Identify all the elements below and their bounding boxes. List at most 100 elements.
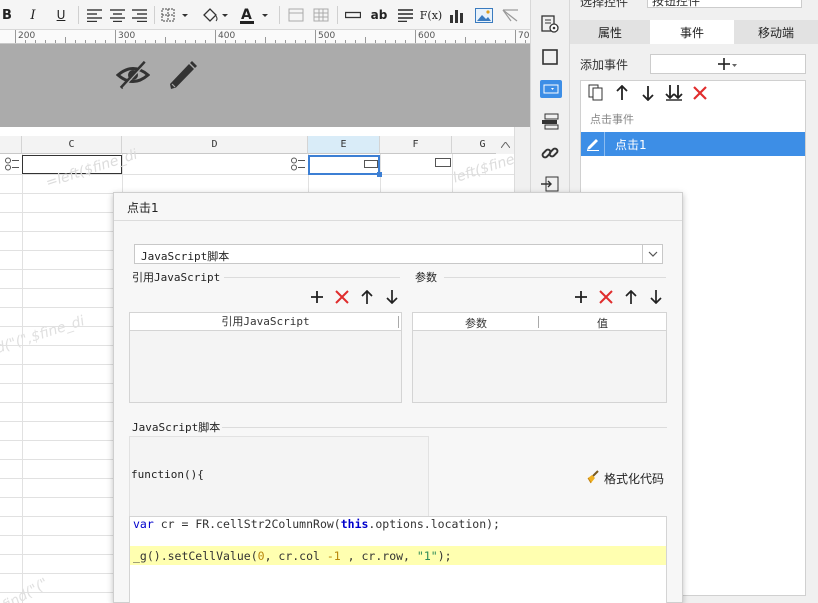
format-code-button[interactable]: 格式化代码 [586, 469, 676, 487]
underline-button[interactable]: U [53, 5, 69, 25]
add-param-icon[interactable] [573, 289, 589, 305]
ruler-tick [255, 40, 256, 43]
delete-param-icon[interactable] [598, 289, 614, 305]
add-event-button[interactable] [650, 54, 806, 74]
ref-js-table[interactable]: 引用JavaScript [129, 312, 402, 403]
params-table[interactable]: 参数 值 [412, 312, 667, 403]
corner-header [0, 136, 22, 154]
align-center-icon[interactable] [108, 5, 126, 25]
format-code-label: 格式化代码 [604, 472, 665, 486]
ruler-tick [525, 40, 526, 43]
column-header-f[interactable]: F [380, 136, 452, 154]
ruler-tick [505, 40, 506, 43]
eye-hidden-icon[interactable] [115, 60, 151, 90]
event-item-label: 点击1 [615, 138, 647, 152]
import-icon[interactable] [541, 176, 561, 192]
tab-mobile[interactable]: 移动端 [734, 20, 818, 44]
column-header-e[interactable]: E [308, 136, 380, 154]
delete-ref-js-icon[interactable] [334, 289, 350, 305]
font-color-icon[interactable]: A [238, 5, 272, 25]
copy-event-icon[interactable] [588, 84, 604, 101]
script-section-label: JavaScript脚本 [132, 421, 221, 434]
cell-frame-icon[interactable] [541, 48, 561, 68]
slash-cell-icon[interactable] [500, 5, 520, 25]
ruler-tick [455, 40, 456, 43]
ruler-tick [275, 40, 276, 43]
formula-button[interactable]: F(x) [420, 5, 442, 25]
ruler-tick [245, 40, 246, 43]
move-down-icon[interactable] [648, 289, 664, 305]
chevron-down-icon[interactable] [642, 245, 662, 263]
merge-cells-icon[interactable] [286, 5, 306, 25]
separator [154, 6, 155, 24]
widget-settings-icon[interactable] [541, 15, 561, 35]
fill-color-icon[interactable] [200, 5, 232, 25]
ruler-tick [365, 37, 366, 43]
code-editor[interactable]: var cr = FR.cellStr2ColumnRow(this.optio… [129, 516, 667, 603]
ruler-tick [415, 30, 416, 43]
separator [279, 6, 280, 24]
hyperlink-icon[interactable] [541, 144, 561, 164]
section-divider [222, 427, 667, 428]
ruler-tick [65, 37, 66, 43]
widget-icon-active[interactable] [540, 80, 562, 98]
selected-cell-e1[interactable] [308, 155, 382, 177]
edit-event-icon[interactable] [581, 132, 605, 156]
ruler-tick [115, 30, 116, 43]
move-bottom-icon[interactable] [665, 84, 683, 101]
ruler-tick [375, 40, 376, 43]
widget-preview-area [0, 44, 530, 127]
edit-pencil-icon[interactable] [166, 60, 198, 90]
ruler-tick [315, 30, 316, 43]
align-left-icon[interactable] [85, 5, 103, 25]
widget-select-row: 选择控件 按钮控件 [570, 0, 818, 20]
ruler-tick [405, 40, 406, 43]
code-text: ); [437, 549, 452, 563]
move-down-icon[interactable] [641, 85, 655, 102]
text-label-button[interactable]: ab [369, 5, 389, 25]
move-down-icon[interactable] [384, 289, 400, 305]
code-number: -1 [326, 549, 341, 563]
move-up-icon[interactable] [359, 289, 375, 305]
image-icon[interactable] [473, 5, 495, 25]
tab-events[interactable]: 事件 [650, 20, 734, 44]
button-widget-icon [435, 158, 451, 167]
ruler-tick [15, 30, 16, 43]
fill-handle[interactable] [377, 172, 382, 177]
script-type-select[interactable]: JavaScript脚本 [134, 244, 663, 264]
ruler-tick [185, 40, 186, 43]
ruler-tick [85, 40, 86, 43]
params-header-name: 参数 [465, 317, 487, 330]
condition-attribute-icon[interactable] [541, 112, 561, 132]
move-up-icon[interactable] [615, 84, 629, 101]
tab-attributes[interactable]: 属性 [570, 20, 650, 44]
add-ref-js-icon[interactable] [309, 289, 325, 305]
bold-button[interactable]: B [0, 5, 14, 25]
ruler-tick [155, 40, 156, 43]
ruler-tick [195, 40, 196, 43]
event-item-selected[interactable]: 点击1 [581, 132, 805, 156]
event-editor-dialog: 点击1 JavaScript脚本 引用JavaScript 参数 引用JavaS… [113, 192, 683, 603]
widget-select-label: 选择控件 [580, 0, 629, 9]
delete-event-icon[interactable] [692, 85, 708, 101]
italic-button[interactable]: I [26, 5, 40, 25]
ruler-tick [45, 40, 46, 43]
unmerge-cells-icon[interactable] [311, 5, 331, 25]
ref-js-header-label: 引用JavaScript [221, 315, 310, 328]
move-up-icon[interactable] [623, 289, 639, 305]
column-header-c[interactable]: C [22, 136, 122, 154]
ruler-tick [435, 40, 436, 43]
align-right-icon[interactable] [130, 5, 148, 25]
text-field-icon[interactable] [343, 5, 363, 25]
ruler-tick [25, 40, 26, 43]
ref-js-header: 引用JavaScript [130, 313, 401, 331]
ruler-tick [325, 40, 326, 43]
column-header-d[interactable]: D [122, 136, 308, 154]
paragraph-icon[interactable] [395, 5, 415, 25]
watermark-text: find("(" [0, 575, 52, 603]
ruler-tick [445, 40, 446, 43]
border-dropdown-icon[interactable] [160, 5, 192, 25]
chart-icon[interactable] [447, 5, 467, 25]
code-text: , cr.row, [340, 549, 417, 563]
widget-select-dropdown[interactable]: 按钮控件 [647, 0, 802, 8]
